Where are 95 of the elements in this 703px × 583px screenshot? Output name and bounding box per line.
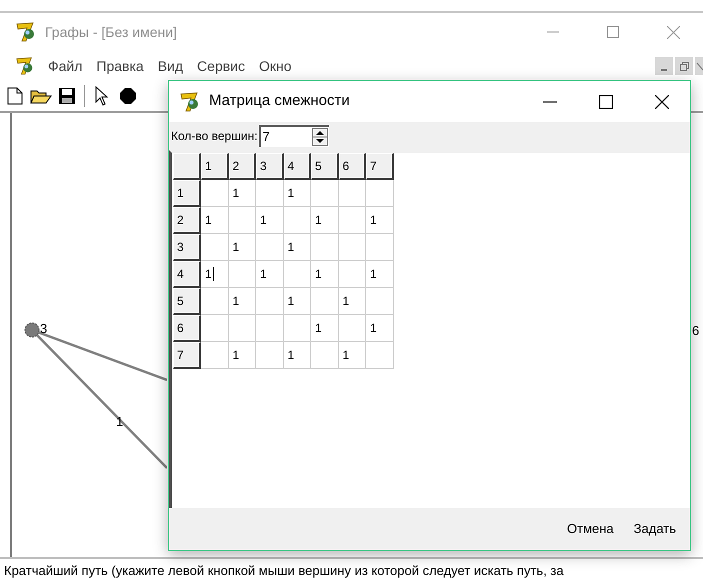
matrix-cell[interactable] [338,180,366,207]
matrix-cell[interactable]: 1 [256,207,284,234]
matrix-cell[interactable]: 1 [311,315,338,342]
menu-item[interactable]: Файл [41,56,90,76]
matrix-cell[interactable] [338,234,366,261]
matrix-cell[interactable]: 1 [284,234,311,261]
matrix-cell[interactable] [311,288,338,315]
matrix-cell[interactable]: 1 [256,261,284,288]
window-title: Графы - [Без имени] [45,22,177,42]
matrix-cell[interactable] [284,261,311,288]
app-logo-icon [15,21,37,43]
status-text: Кратчайший путь (укажите левой кнопкой мыши вершину из которой следует искать путь, за [4,562,564,580]
restore-icon [680,62,688,70]
edge-label: 1 [116,414,124,430]
matrix-cell[interactable] [228,207,256,234]
column-header: 5 [311,153,338,180]
row-header: 1 [173,180,201,207]
minimize-icon [543,100,557,102]
row-header: 3 [173,234,201,261]
matrix-cell[interactable] [284,207,311,234]
dialog-button[interactable]: Отмена [563,515,618,543]
matrix-cell[interactable] [311,180,338,207]
row-header: 4 [173,261,201,288]
vertex-count-spinner[interactable]: 7 [258,125,329,147]
node-label: 6 [692,323,700,339]
matrix-cell[interactable] [284,315,311,342]
matrix-cell[interactable] [366,234,394,261]
matrix-cell[interactable]: 1 [201,207,228,234]
matrix-cell[interactable] [366,288,394,315]
matrix-cell[interactable] [256,315,284,342]
row-header: 6 [173,315,201,342]
maximize-icon [607,26,619,38]
matrix-cell[interactable] [228,315,256,342]
row-header: 5 [173,288,201,315]
matrix-cell[interactable]: 1 [338,288,366,315]
close-icon [655,94,669,108]
maximize-icon [599,94,613,108]
matrix-cell[interactable] [256,180,284,207]
matrix-cell[interactable]: 1 [366,315,394,342]
matrix-cell[interactable] [366,180,394,207]
menu-item[interactable]: Сервис [190,56,252,76]
matrix-cell[interactable]: 1 [201,261,228,288]
column-header: 3 [256,153,284,180]
row-header: 7 [173,342,201,369]
minimize-button[interactable] [655,57,673,75]
corner-header [173,153,201,180]
spin-arrows-icon [312,128,328,146]
row-header: 2 [173,207,201,234]
menu-item[interactable]: Вид [150,56,190,76]
matrix-cell[interactable]: 1 [284,342,311,369]
matrix-cell[interactable] [201,342,228,369]
matrix-cell[interactable]: 1 [228,180,256,207]
text-cursor-icon [212,267,214,281]
matrix-cell[interactable] [338,207,366,234]
matrix-cell[interactable]: 1 [338,342,366,369]
column-header: 2 [228,153,256,180]
column-header: 7 [366,153,394,180]
matrix-cell[interactable]: 1 [228,342,256,369]
matrix-cell[interactable]: 1 [228,288,256,315]
matrix-cell[interactable] [338,261,366,288]
matrix-cell[interactable] [256,342,284,369]
dialog-button[interactable]: Задать [630,515,680,543]
dialog-title: Матрица смежности [209,91,350,112]
column-header: 1 [201,153,228,180]
matrix-cell[interactable]: 1 [366,261,394,288]
matrix-cell[interactable] [201,288,228,315]
close-icon [666,26,680,38]
matrix-cell[interactable]: 1 [311,261,338,288]
matrix-cell[interactable] [256,288,284,315]
matrix-cell[interactable] [201,315,228,342]
node-label: 3 [40,321,48,337]
matrix-cell[interactable]: 1 [311,207,338,234]
matrix-cell[interactable] [311,234,338,261]
matrix-cell[interactable]: 1 [228,234,256,261]
matrix-cell[interactable] [338,315,366,342]
matrix-cell[interactable] [201,234,228,261]
close-button[interactable] [695,57,703,75]
matrix-cell[interactable] [311,342,338,369]
matrix-cell[interactable]: 1 [284,180,311,207]
column-header: 6 [338,153,366,180]
matrix-cell[interactable]: 1 [284,288,311,315]
matrix-cell[interactable] [366,342,394,369]
restore-button[interactable] [675,57,693,75]
menu-item[interactable]: Окно [252,56,299,76]
matrix-cell[interactable]: 1 [366,207,394,234]
app-logo-icon [179,90,201,112]
graph-node-icon [24,322,40,338]
menu-item[interactable]: Правка [89,56,151,76]
vertex-count-label: Кол-во вершин: [171,128,258,145]
matrix-cell[interactable] [256,234,284,261]
matrix-cell[interactable] [201,180,228,207]
column-header: 4 [284,153,311,180]
matrix-cell[interactable] [228,261,256,288]
close-icon [695,62,703,70]
app-logo-icon [15,56,35,76]
